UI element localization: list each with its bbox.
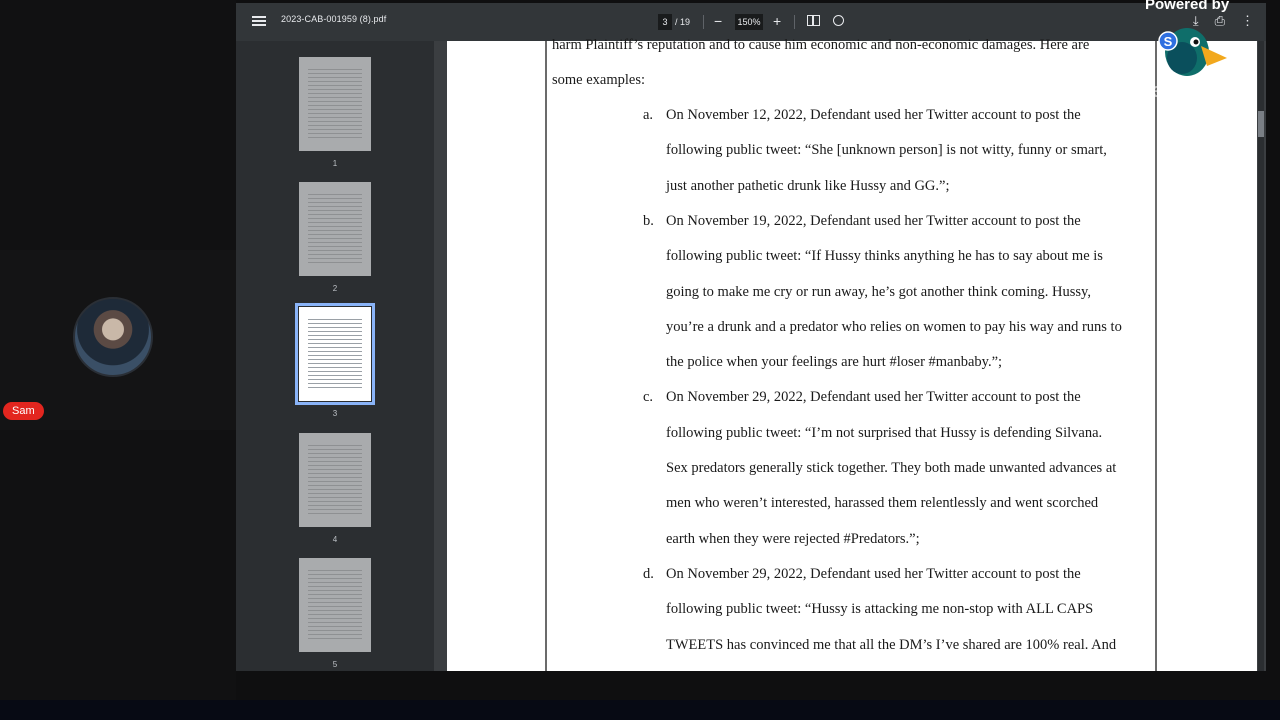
page-number-input[interactable]: 3 <box>658 14 672 30</box>
list-item-line: TWEETS has convinced me that all the DM’… <box>666 637 1117 653</box>
thumbnail-label: 2 <box>332 284 338 293</box>
zoom-level-input[interactable]: 150% <box>735 14 763 30</box>
left-margin-line <box>545 41 547 671</box>
participant-name-badge: Sam <box>3 402 44 420</box>
list-item-line: the police when your feelings are hurt #… <box>666 354 1003 370</box>
zoom-out-button[interactable]: − <box>714 12 722 30</box>
powered-by-label: Powered by <box>1145 0 1230 13</box>
list-item-line: Sex predators generally stick together. … <box>666 460 1117 476</box>
more-options-icon[interactable]: ⋮ <box>1241 13 1254 28</box>
page-thumbnail-5[interactable] <box>299 558 371 652</box>
page-thumbnail-3[interactable] <box>295 303 375 405</box>
page-thumbnail-4[interactable] <box>299 433 371 527</box>
fit-to-page-icon[interactable] <box>807 15 820 26</box>
list-item-line: going to make me cry or run away, he’s g… <box>666 284 1091 300</box>
right-margin-line <box>1155 41 1157 671</box>
file-name: 2023-CAB-001959 (8).pdf <box>281 14 387 24</box>
page-thumbnail-2[interactable] <box>299 182 371 276</box>
vertical-scrollbar[interactable] <box>1258 41 1264 671</box>
list-item-line: On November 29, 2022, Defendant used her… <box>666 566 1081 582</box>
list-item-line: you’re a drunk and a predator who relies… <box>666 319 1122 335</box>
thumbnail-sidebar: 1 2 3 4 5 <box>236 41 434 671</box>
list-item-line: On November 19, 2022, Defendant used her… <box>666 213 1081 229</box>
list-item-letter: a. <box>643 107 654 123</box>
zoom-in-button[interactable]: + <box>773 12 781 30</box>
list-item-line: following public tweet: “If Hussy thinks… <box>666 248 1103 264</box>
list-item-line: following public tweet: “I’m not surpris… <box>666 425 1103 441</box>
page-total: / 19 <box>675 17 691 27</box>
list-item-line: On November 12, 2022, Defendant used her… <box>666 107 1081 123</box>
streamyard-logo: S <box>1158 28 1227 76</box>
toolbar-divider <box>703 15 704 29</box>
list-item-letter: d. <box>643 566 654 582</box>
scrollbar-thumb[interactable] <box>1258 111 1264 137</box>
document-area[interactable]: harm Plaintiff’s reputation and to cause… <box>434 37 1266 671</box>
list-item-letter: b. <box>643 213 654 229</box>
rotate-icon[interactable] <box>833 15 844 26</box>
body-line: some examples: <box>552 72 646 88</box>
list-item-line: following public tweet: “Hussy is attack… <box>666 601 1094 617</box>
menu-icon[interactable] <box>252 14 266 30</box>
list-item-line: just another pathetic drunk like Hussy a… <box>666 178 950 194</box>
thumbnail-label: 1 <box>332 159 338 168</box>
logo-letter: S <box>1164 34 1173 49</box>
pdf-viewer: 2023-CAB-001959 (8).pdf 3 / 19 − 150% + … <box>236 3 1266 671</box>
participant-avatar <box>73 297 153 377</box>
list-item-line: earth when they were rejected #Predators… <box>666 531 920 547</box>
participant-panel: Sam <box>0 0 236 700</box>
list-item-letter: c. <box>643 389 654 405</box>
pdf-toolbar: 2023-CAB-001959 (8).pdf 3 / 19 − 150% + … <box>236 3 1266 41</box>
page-thumbnail-1[interactable] <box>299 57 371 151</box>
list-item-line: following public tweet: “She [unknown pe… <box>666 142 1107 158</box>
streamyard-watermark: StreamYard <box>1125 80 1232 102</box>
toolbar-divider <box>794 15 795 29</box>
thumbnail-label: 4 <box>332 535 338 544</box>
thumbnail-label: 3 <box>332 409 338 418</box>
bottom-bar <box>0 700 1280 720</box>
list-item-line: men who weren’t interested, harassed the… <box>666 495 1099 511</box>
list-item-line: On November 29, 2022, Defendant used her… <box>666 389 1081 405</box>
thumbnail-label: 5 <box>332 660 338 669</box>
body-line: harm Plaintiff’s reputation and to cause… <box>552 37 1090 53</box>
document-page: harm Plaintiff’s reputation and to cause… <box>447 37 1257 671</box>
